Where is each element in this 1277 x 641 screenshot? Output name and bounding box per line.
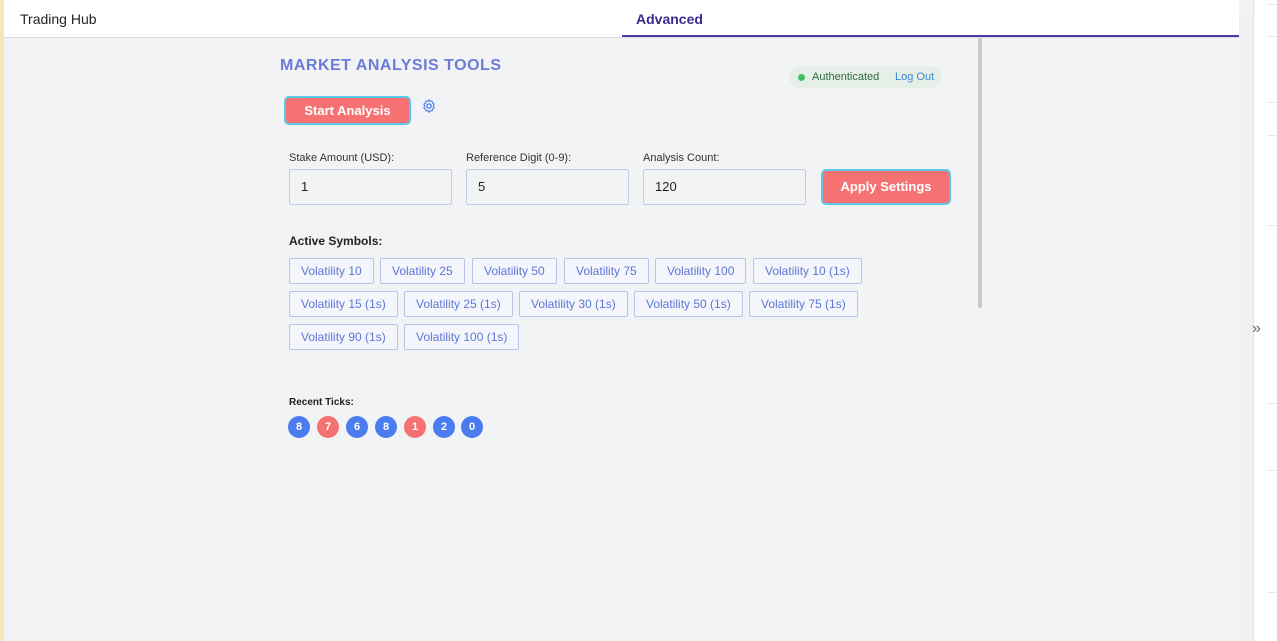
symbol-chip[interactable]: Volatility 25 [380,258,465,284]
status-dot-icon [798,74,805,81]
auth-status-text: Authenticated [812,71,880,83]
tab-trading-hub[interactable]: Trading Hub [20,0,97,37]
symbol-chip[interactable]: Volatility 10 (1s) [753,258,862,284]
tab-advanced[interactable]: Advanced [622,0,1239,37]
symbol-chip[interactable]: Volatility 75 (1s) [749,291,858,317]
auth-status-badge: Authenticated Log Out [789,66,942,88]
vertical-scrollbar[interactable] [978,38,982,308]
reference-digit-label: Reference Digit (0-9): [466,152,572,164]
left-edge-strip [0,0,4,641]
symbol-chip[interactable]: Volatility 90 (1s) [289,324,398,350]
symbol-chip[interactable]: Volatility 50 (1s) [634,291,743,317]
logout-link[interactable]: Log Out [895,71,934,83]
tick-digit: 8 [288,416,310,438]
symbol-chip[interactable]: Volatility 30 (1s) [519,291,628,317]
symbol-chip[interactable]: Volatility 50 [472,258,557,284]
apply-settings-button[interactable]: Apply Settings [821,169,951,205]
symbol-chip[interactable]: Volatility 25 (1s) [404,291,513,317]
stake-amount-input[interactable]: 1 [289,169,452,205]
active-symbols-label: Active Symbols: [289,234,383,248]
panel-gutter [1239,15,1253,641]
tick-digit: 6 [346,416,368,438]
reference-digit-input[interactable]: 5 [466,169,629,205]
gear-icon[interactable] [421,98,437,114]
double-chevron-right-icon[interactable]: » [1252,320,1261,338]
analysis-count-input[interactable]: 120 [643,169,806,205]
start-analysis-button[interactable]: Start Analysis [284,96,411,125]
tick-digit: 8 [375,416,397,438]
tick-digit: 7 [317,416,339,438]
analysis-count-label: Analysis Count: [643,152,720,164]
symbol-chip[interactable]: Volatility 10 [289,258,374,284]
recent-ticks-label: Recent Ticks: [289,397,354,408]
tab-bar: Trading Hub Advanced [4,0,1239,38]
page-title: MARKET ANALYSIS TOOLS [280,57,502,74]
symbol-chip[interactable]: Volatility 75 [564,258,649,284]
tick-digit: 0 [461,416,483,438]
symbol-chip[interactable]: Volatility 15 (1s) [289,291,398,317]
tick-digit: 2 [433,416,455,438]
stake-amount-label: Stake Amount (USD): [289,152,395,164]
symbol-chip[interactable]: Volatility 100 [655,258,747,284]
tick-digit: 1 [404,416,426,438]
symbol-chip[interactable]: Volatility 100 (1s) [404,324,520,350]
